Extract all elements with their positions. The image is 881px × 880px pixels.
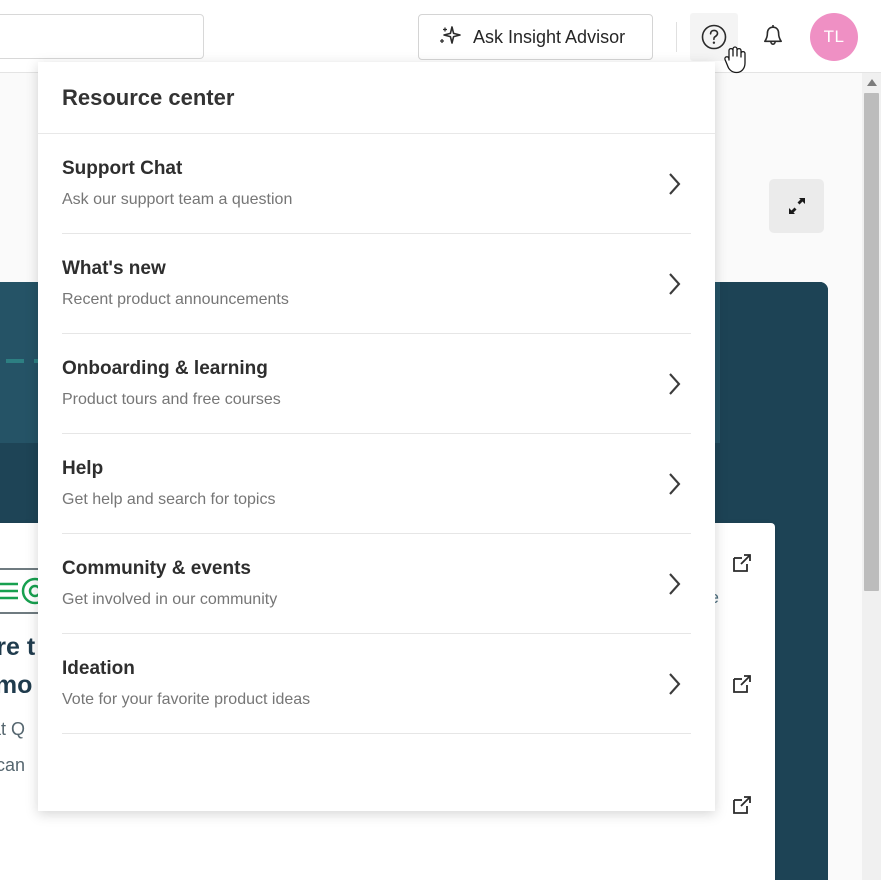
bell-icon xyxy=(758,22,788,52)
app-root: lcome xyxy=(0,0,881,880)
chevron-right-icon xyxy=(667,171,683,197)
promo-heading-line-2: emo xyxy=(0,671,33,699)
resource-center-title: Resource center xyxy=(62,84,235,110)
help-circle-icon xyxy=(699,22,729,52)
user-avatar[interactable]: TL xyxy=(810,13,858,61)
chevron-right-icon xyxy=(667,571,683,597)
resource-item-support-chat[interactable]: Support Chat Ask our support team a ques… xyxy=(62,134,691,234)
ask-insight-advisor-label: Ask Insight Advisor xyxy=(473,26,626,47)
resource-item-onboarding-learning[interactable]: Onboarding & learning Product tours and … xyxy=(62,334,691,434)
resource-center-panel: Resource center Support Chat Ask our sup… xyxy=(38,62,715,811)
scrollbar-thumb[interactable] xyxy=(864,93,879,591)
external-link-icon[interactable] xyxy=(731,673,753,695)
chevron-right-icon xyxy=(667,371,683,397)
avatar-initials: TL xyxy=(823,27,845,46)
resource-item-description: Product tours and free courses xyxy=(62,391,281,408)
resource-center-list: Support Chat Ask our support team a ques… xyxy=(38,134,715,734)
chevron-right-icon xyxy=(667,671,683,697)
collapse-panel-button[interactable] xyxy=(769,179,824,233)
search-input[interactable] xyxy=(0,14,204,59)
resource-item-help[interactable]: Help Get help and search for topics xyxy=(62,434,691,534)
chevron-right-icon xyxy=(667,471,683,497)
resource-center-header: Resource center xyxy=(38,62,715,134)
resource-item-description: Ask our support team a question xyxy=(62,191,293,208)
notifications-button[interactable] xyxy=(749,13,797,61)
sparkle-icon xyxy=(437,24,463,50)
resource-item-description: Get involved in our community xyxy=(62,591,278,608)
triangle-up-icon xyxy=(866,78,878,87)
promo-subtext-line-1: hat Q xyxy=(0,719,26,739)
resource-item-title: Community & events xyxy=(62,558,251,579)
resource-item-community-events[interactable]: Community & events Get involved in our c… xyxy=(62,534,691,634)
help-button[interactable] xyxy=(690,13,738,61)
topbar-divider xyxy=(676,22,677,52)
promo-heading-line-1: ore t xyxy=(0,633,36,661)
promo-subtext-line-2: e can xyxy=(0,755,26,775)
resource-item-title: Onboarding & learning xyxy=(62,358,268,379)
resource-item-description: Recent product announcements xyxy=(62,291,289,308)
scroll-up-button[interactable] xyxy=(862,73,881,92)
resource-item-ideation[interactable]: Ideation Vote for your favorite product … xyxy=(62,634,691,734)
resource-item-whats-new[interactable]: What's new Recent product announcements xyxy=(62,234,691,334)
resource-item-title: What's new xyxy=(62,258,166,279)
external-link-icon[interactable] xyxy=(731,794,753,816)
external-link-icon[interactable] xyxy=(731,552,753,574)
chevron-right-icon xyxy=(667,271,683,297)
resource-item-description: Get help and search for topics xyxy=(62,491,276,508)
resource-item-title: Support Chat xyxy=(62,158,183,179)
page-scrollbar[interactable] xyxy=(862,73,881,880)
resource-item-title: Ideation xyxy=(62,658,135,679)
collapse-arrows-icon xyxy=(785,194,809,218)
resource-item-title: Help xyxy=(62,458,104,479)
resource-item-description: Vote for your favorite product ideas xyxy=(62,691,311,708)
ask-insight-advisor-button[interactable]: Ask Insight Advisor xyxy=(418,14,653,60)
